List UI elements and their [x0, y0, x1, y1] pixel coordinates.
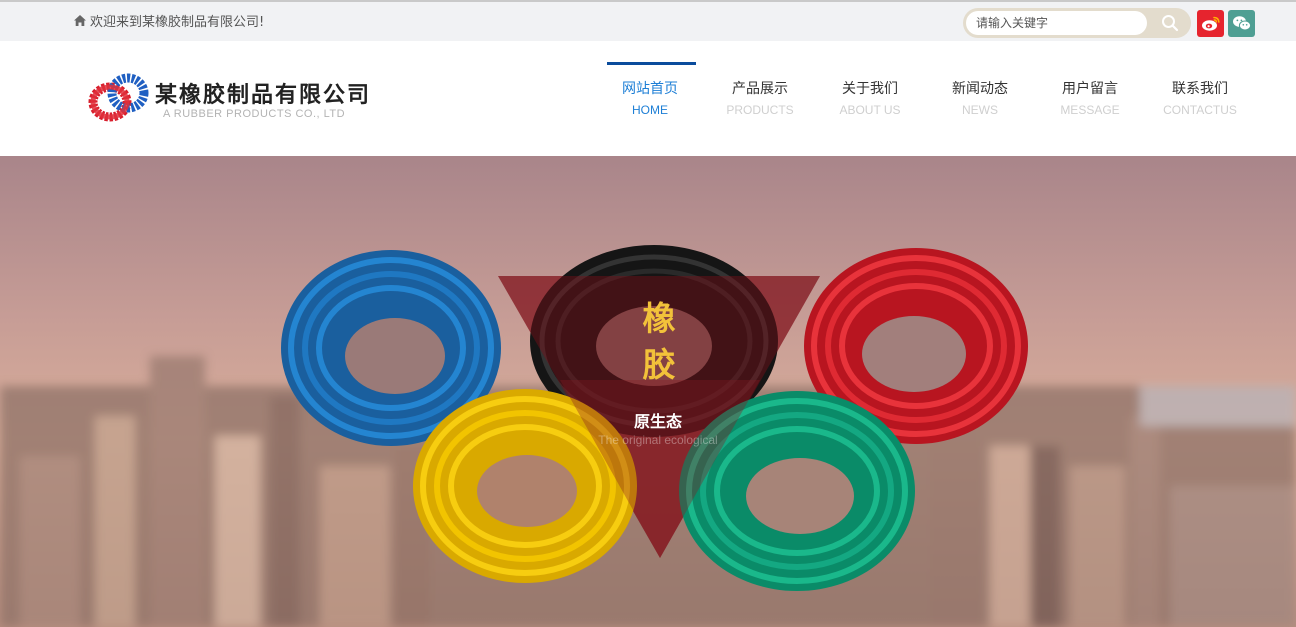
headline-char-1: 橡 [642, 299, 676, 338]
nav-label-en: NEWS [962, 103, 998, 117]
search-input[interactable] [966, 11, 1147, 35]
nav-label-cn: 关于我们 [842, 81, 898, 97]
nav-item-products[interactable]: 产品展示 PRODUCTS [705, 62, 815, 128]
search-box [963, 8, 1191, 38]
top-bar: 欢迎来到某橡胶制品有限公司! [0, 0, 1296, 41]
welcome-text: 欢迎来到某橡胶制品有限公司! [90, 15, 265, 30]
banner-subtitle: The original ecological [598, 433, 718, 447]
nav-label-cn: 用户留言 [1062, 81, 1118, 97]
wechat-icon[interactable] [1228, 10, 1255, 37]
banner-artwork [0, 156, 1296, 627]
search-icon[interactable] [1159, 13, 1181, 33]
banner-headline: 橡 胶 [641, 296, 677, 388]
nav-item-contact-us[interactable]: 联系我们 CONTACTUS [1145, 62, 1255, 128]
nav-label-cn: 新闻动态 [952, 81, 1008, 97]
nav-item-message[interactable]: 用户留言 MESSAGE [1035, 62, 1145, 128]
nav-label-en: PRODUCTS [726, 103, 794, 117]
nav-item-news[interactable]: 新闻动态 NEWS [925, 62, 1035, 128]
nav-label-en: MESSAGE [1060, 103, 1120, 117]
nav-label-en: HOME [632, 103, 668, 117]
rubber-ring-logo-icon [88, 73, 149, 122]
nav-label-cn: 联系我们 [1172, 81, 1228, 97]
weibo-icon[interactable] [1197, 10, 1224, 37]
nav-label-cn: 产品展示 [732, 81, 788, 97]
banner-title: 原生态 [633, 412, 682, 431]
nav-label-en: ABOUT US [839, 103, 901, 117]
nav-label-cn: 网站首页 [622, 81, 678, 97]
nav-item-home[interactable]: 网站首页 HOME [595, 62, 705, 128]
company-name: 某橡胶制品有限公司 [155, 82, 372, 108]
site-header: 某橡胶制品有限公司 A RUBBER PRODUCTS CO., LTD 网站首… [0, 41, 1296, 156]
welcome-message: 欢迎来到某橡胶制品有限公司! [73, 11, 264, 30]
company-logo[interactable]: 某橡胶制品有限公司 A RUBBER PRODUCTS CO., LTD [88, 71, 378, 131]
headline-char-2: 胶 [642, 345, 676, 384]
hero-banner: 橡 胶 原生态 The original ecological [0, 156, 1296, 627]
company-subtitle: A RUBBER PRODUCTS CO., LTD [163, 108, 346, 120]
home-icon[interactable] [73, 14, 87, 27]
nav-item-about-us[interactable]: 关于我们 ABOUT US [815, 62, 925, 128]
nav-label-en: CONTACTUS [1163, 103, 1237, 117]
